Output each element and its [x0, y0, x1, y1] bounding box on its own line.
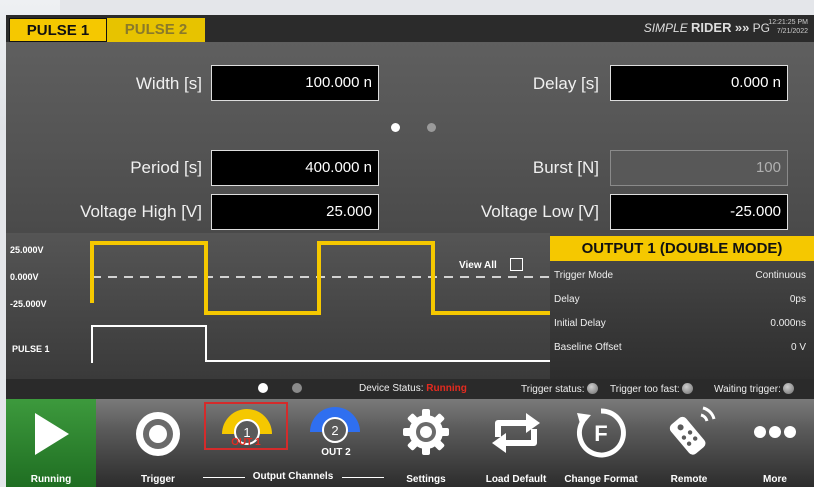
- status-bar: Device Status: Running Trigger status: T…: [6, 379, 814, 399]
- view-all-label: View All: [459, 260, 497, 271]
- change-format-button[interactable]: F Change Format: [559, 399, 643, 487]
- tab-bar: PULSE 1 PULSE 2 SIMPLE RIDER »» PG 12:21…: [6, 15, 814, 42]
- running-label: Running: [30, 474, 72, 485]
- info-key: Trigger Mode: [554, 270, 614, 281]
- device-status-value: Running: [426, 383, 467, 394]
- device-status: Device Status: Running: [359, 383, 467, 394]
- period-label: Period [s]: [130, 158, 202, 177]
- info-value: 0.000ns: [770, 318, 806, 329]
- out2-number: 2: [331, 423, 338, 438]
- running-button[interactable]: Running: [6, 399, 96, 487]
- voltage-low-field[interactable]: -25.000: [610, 194, 788, 230]
- clock: 12:21:25 PM 7/21/2022: [768, 18, 808, 36]
- change-format-icon: F: [576, 408, 626, 458]
- trigger-too-fast-led-icon: [681, 383, 693, 394]
- delay-label: Delay [s]: [532, 74, 599, 93]
- info-value: 0ps: [789, 294, 806, 305]
- waiting-trigger-label: Waiting trigger:: [714, 384, 781, 395]
- width-field[interactable]: 100.000 n: [211, 65, 379, 101]
- change-format-label: Change Format: [564, 474, 638, 485]
- output-info-panel: OUTPUT 1 (DOUBLE MODE) Trigger Mode Conti…: [550, 233, 814, 379]
- pulse-1-waveform: [91, 325, 550, 363]
- info-value: 0 V: [790, 342, 806, 353]
- delay-field[interactable]: 0.000 n: [610, 65, 788, 101]
- out1-label: OUT 1: [231, 437, 261, 448]
- pulse-1-trace-label: PULSE 1: [12, 344, 50, 354]
- out2-button[interactable]: 2 OUT 2: [296, 399, 376, 463]
- more-button[interactable]: More: [736, 399, 814, 487]
- waiting-trigger-led-icon: [782, 383, 794, 394]
- burst-field: 100: [610, 150, 788, 186]
- voltage-high-label: Voltage High [V]: [80, 202, 202, 221]
- clock-time: 12:21:25 PM: [768, 19, 808, 26]
- level-high-label: 25.000V: [10, 245, 44, 255]
- refresh-icon: [492, 413, 540, 453]
- device-status-label: Device Status:: [359, 383, 424, 394]
- output-info-title: OUTPUT 1 (DOUBLE MODE): [550, 236, 814, 261]
- more-dots-icon: [754, 426, 796, 438]
- trigger-icon: [136, 412, 180, 456]
- remote-button[interactable]: Remote: [649, 399, 729, 487]
- level-zero-label: 0.000V: [10, 272, 39, 282]
- width-label: Width [s]: [135, 74, 202, 93]
- settings-label: Settings: [406, 474, 446, 485]
- trigger-button[interactable]: Trigger: [116, 399, 200, 487]
- trigger-too-fast-label: Trigger too fast:: [610, 384, 680, 395]
- pulse-generator-window: PULSE 1 PULSE 2 SIMPLE RIDER »» PG 12:21…: [6, 15, 814, 487]
- load-default-label: Load Default: [485, 474, 547, 485]
- waiting-trigger: Waiting trigger:: [714, 383, 794, 395]
- view-all-checkbox[interactable]: [510, 258, 523, 271]
- page-dot-2[interactable]: [427, 123, 436, 132]
- level-low-label: -25.000V: [10, 299, 47, 309]
- out2-label: OUT 2: [321, 447, 351, 458]
- info-row-baseline-offset: Baseline Offset 0 V: [554, 342, 806, 353]
- bottom-toolbar: Running Trigger 1 OUT 1 2 OUT 2 Output C…: [6, 399, 814, 487]
- waveform-graph: [6, 241, 550, 370]
- brand-simple: SIMPLE: [643, 21, 688, 35]
- info-key: Baseline Offset: [554, 342, 622, 353]
- trigger-too-fast: Trigger too fast:: [610, 383, 693, 395]
- trigger-label: Trigger: [141, 474, 175, 485]
- load-default-button[interactable]: Load Default: [476, 399, 556, 487]
- info-value: Continuous: [755, 270, 806, 281]
- format-glyph: F: [594, 421, 607, 446]
- more-label: More: [763, 474, 787, 485]
- tab-pulse-2[interactable]: PULSE 2: [107, 18, 205, 42]
- parameter-panel: Width [s] 100.000 n Delay [s] 0.000 n Pe…: [6, 42, 814, 233]
- trigger-status-label: Trigger status:: [521, 384, 585, 395]
- info-row-trigger-mode: Trigger Mode Continuous: [554, 270, 806, 281]
- trigger-status-led-icon: [586, 383, 598, 394]
- remote-icon: [669, 406, 716, 455]
- waveform-preview: 25.000V 0.000V -25.000V PULSE 1 View All…: [6, 233, 814, 379]
- period-field[interactable]: 400.000 n: [211, 150, 379, 186]
- play-icon: [35, 413, 69, 455]
- out1-button[interactable]: 1 OUT 1: [204, 402, 288, 450]
- info-row-delay: Delay 0ps: [554, 294, 806, 305]
- output-channels-line-right: [342, 477, 384, 478]
- brand-arrows-icon: »»: [734, 20, 750, 35]
- voltage-high-field[interactable]: 25.000: [211, 194, 379, 230]
- brand-rider: RIDER: [691, 20, 732, 35]
- trigger-status: Trigger status:: [521, 383, 598, 395]
- tab-pulse-1[interactable]: PULSE 1: [9, 18, 107, 42]
- brand-logo: SIMPLE RIDER »» PG: [644, 20, 770, 35]
- page-dot-1[interactable]: [391, 123, 400, 132]
- remote-label: Remote: [670, 474, 708, 485]
- settings-button[interactable]: Settings: [386, 399, 466, 487]
- info-key: Initial Delay: [554, 318, 606, 329]
- wave-page-dot-1[interactable]: [258, 383, 268, 393]
- burst-label: Burst [N]: [532, 158, 599, 177]
- info-row-initial-delay: Initial Delay 0.000ns: [554, 318, 806, 329]
- info-key: Delay: [554, 294, 580, 305]
- wave-page-dot-2[interactable]: [292, 383, 302, 393]
- output-waveform-yellow: [90, 241, 550, 315]
- out2-channel-icon: 2: [310, 407, 360, 443]
- gear-icon: [403, 409, 449, 455]
- clock-date: 7/21/2022: [776, 28, 808, 35]
- voltage-low-label: Voltage Low [V]: [480, 202, 599, 221]
